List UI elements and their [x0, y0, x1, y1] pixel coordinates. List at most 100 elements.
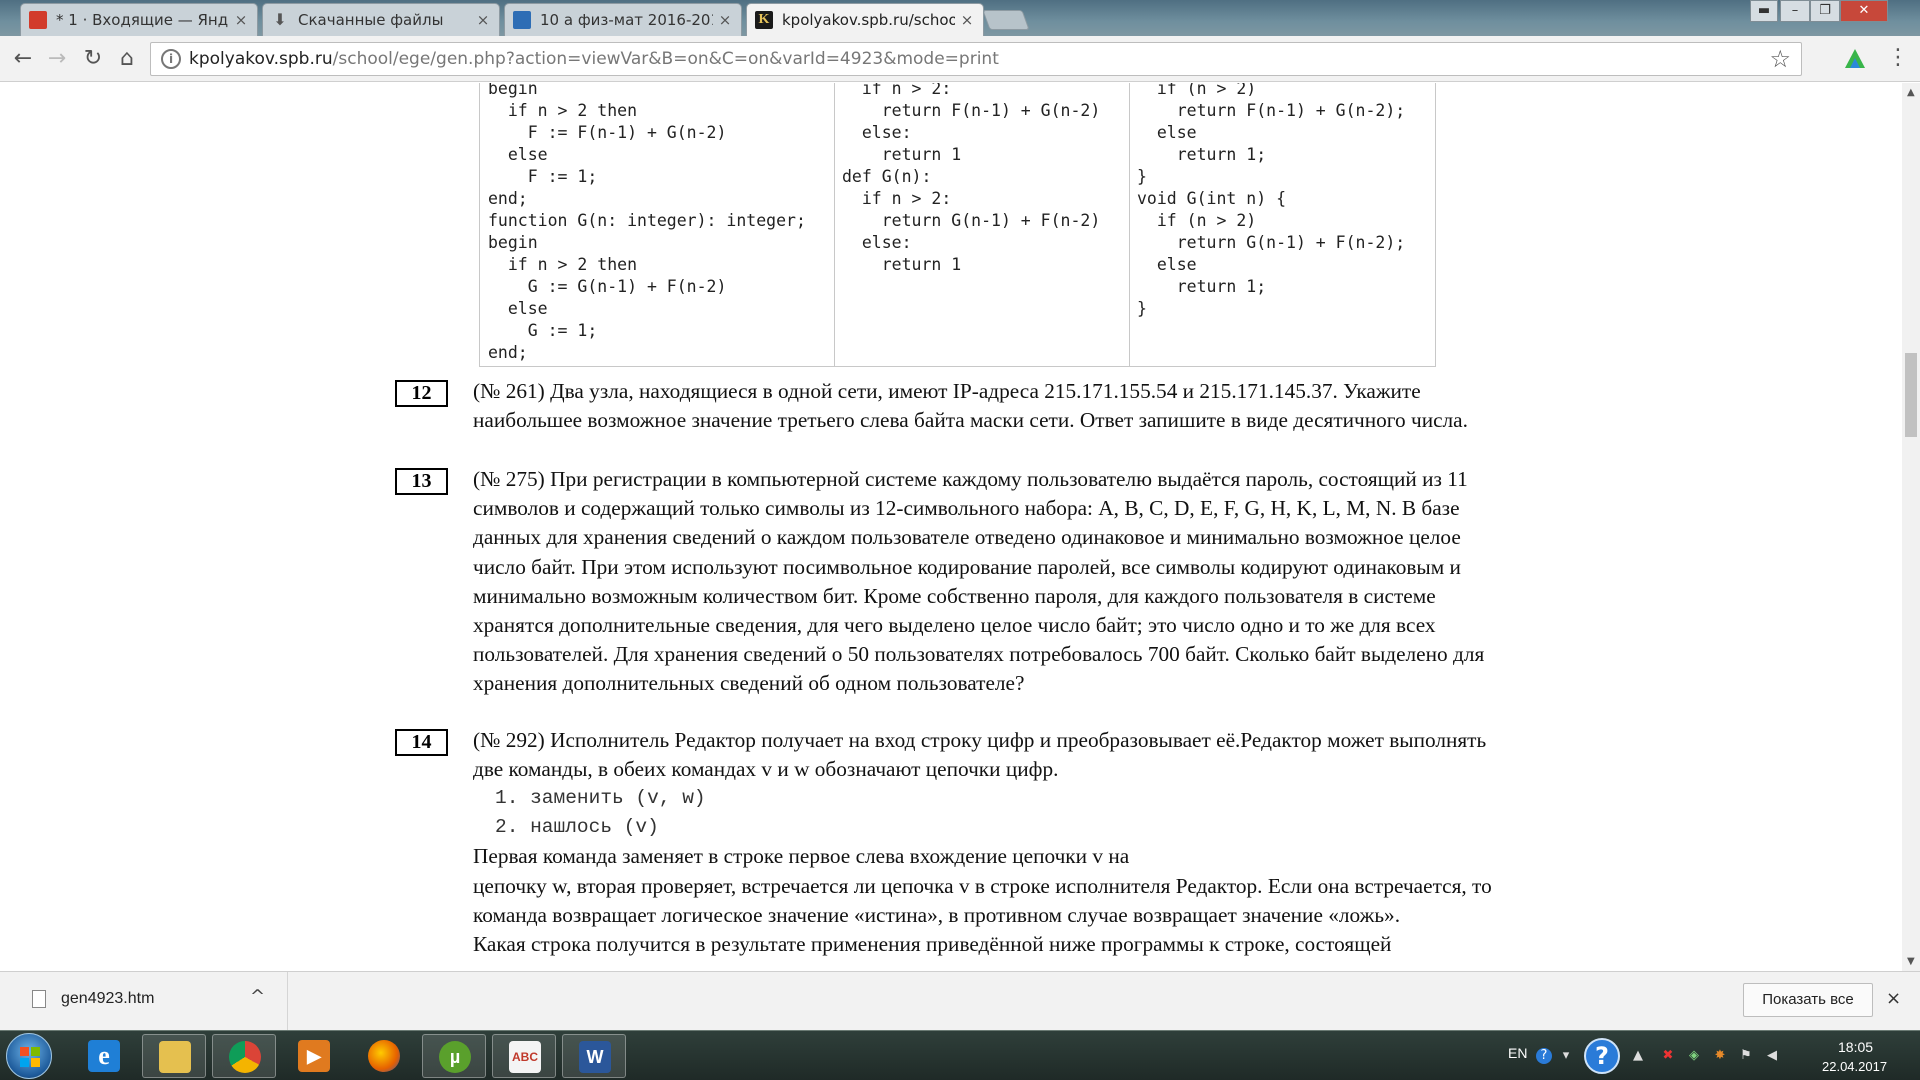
- taskbar-media-player[interactable]: ▶: [282, 1034, 346, 1078]
- windows-logo-icon: [20, 1047, 40, 1067]
- word-icon: W: [579, 1041, 611, 1073]
- avast-icon[interactable]: ✸: [1712, 1048, 1728, 1064]
- tab-document[interactable]: 10 а физ-мат 2016-2017 ×: [504, 3, 742, 36]
- download-item[interactable]: gen4923.htm ^: [0, 972, 288, 1031]
- system-tray: EN ? ▾ ? ▲ ✖ ◈ ✸ ⚑ ◀ 18:05 22.04.2017: [1500, 1031, 1920, 1080]
- tab-yandex-mail[interactable]: * 1 · Входящие — Яндек ×: [20, 3, 258, 36]
- task-number: 13: [395, 468, 448, 495]
- firefox-icon: [368, 1040, 400, 1072]
- task-text-partial: Какая строка получится в результате прим…: [473, 932, 1392, 957]
- tray-arrow-icon[interactable]: ▾: [1558, 1048, 1574, 1064]
- folder-icon: [159, 1041, 191, 1073]
- close-icon[interactable]: ×: [1886, 988, 1901, 1009]
- cpp-cell: if (n > 2) return F(n-1) + G(n-2); else …: [1129, 83, 1436, 367]
- tab-title: * 1 · Входящие — Яндек: [56, 11, 229, 29]
- pascal-code: begin if n > 2 then F := F(n-1) + G(n-2)…: [488, 83, 806, 362]
- show-all-button[interactable]: Показать все: [1743, 983, 1873, 1017]
- clock-date[interactable]: 22.04.2017: [1822, 1059, 1887, 1074]
- taskbar-internet-explorer[interactable]: e: [72, 1034, 136, 1078]
- taskbar: e ▶ µ ABC W EN ? ▾ ? ▲ ✖ ◈ ✸ ⚑ ◀ 18:05 2…: [0, 1030, 1920, 1080]
- task-13: 13 (№ 275) При регистрации в компьютерно…: [395, 465, 1505, 699]
- network-icon[interactable]: ✖: [1660, 1048, 1676, 1064]
- python-code: if n > 2: return F(n-1) + G(n-2) else: r…: [842, 83, 1101, 274]
- scroll-thumb[interactable]: [1905, 353, 1917, 437]
- internet-explorer-icon: e: [88, 1040, 120, 1072]
- download-icon: ⬇: [273, 10, 287, 29]
- task-text-continued: цепочку w, вторая проверяет, встречается…: [473, 873, 1492, 927]
- taskbar-abc-net[interactable]: ABC: [492, 1034, 556, 1078]
- chevron-up-icon[interactable]: ^: [250, 986, 265, 1007]
- task-text-line: Первая команда заменяет в строке первое …: [473, 844, 1130, 869]
- task-number: 12: [395, 380, 448, 407]
- tab-title: Скачанные файлы: [298, 11, 444, 29]
- forward-button[interactable]: →: [42, 44, 72, 74]
- address-bar[interactable]: i kpolyakov.spb.ru/school/ege/gen.php?ac…: [150, 42, 1802, 76]
- minimize-button[interactable]: –: [1780, 0, 1810, 22]
- media-player-icon: ▶: [298, 1040, 330, 1072]
- menu-icon[interactable]: ⋮: [1886, 44, 1910, 74]
- taskbar-file-explorer[interactable]: [142, 1034, 206, 1078]
- bookmark-star-icon[interactable]: ☆: [1769, 45, 1791, 73]
- yandex-mail-icon: [29, 11, 47, 29]
- command-item: 2. нашлось (v): [495, 816, 659, 839]
- user-icon[interactable]: ▬: [1750, 0, 1778, 22]
- task-14: 14 (№ 292) Исполнитель Редактор получает…: [395, 726, 1505, 959]
- start-button[interactable]: [6, 1033, 52, 1079]
- cpp-code: if (n > 2) return F(n-1) + G(n-2); else …: [1137, 83, 1406, 318]
- tab-kpolyakov[interactable]: K kpolyakov.spb.ru/school/ ×: [746, 3, 984, 36]
- page-content: begin if n > 2 then F := F(n-1) + G(n-2)…: [0, 83, 1902, 971]
- tray-app-icon[interactable]: ◈: [1686, 1048, 1702, 1064]
- python-cell: if n > 2: return F(n-1) + G(n-2) else: r…: [834, 83, 1130, 367]
- url-path: /school/ege/gen.php?action=viewVar&B=on&…: [332, 49, 999, 69]
- scroll-down-arrow-icon[interactable]: ▼: [1907, 956, 1915, 967]
- clock-time[interactable]: 18:05: [1838, 1039, 1873, 1055]
- abc-net-icon: ABC: [509, 1041, 541, 1073]
- tab-title: kpolyakov.spb.ru/school/: [782, 11, 955, 29]
- taskbar-chrome[interactable]: [212, 1034, 276, 1078]
- kpolyakov-site-icon: K: [755, 11, 773, 29]
- maximize-button[interactable]: ❐: [1810, 0, 1840, 22]
- tab-strip: * 1 · Входящие — Яндек × ⬇ Скачанные фай…: [0, 0, 1920, 36]
- close-icon[interactable]: ×: [959, 11, 975, 29]
- reload-button[interactable]: ↻: [78, 44, 108, 74]
- close-icon[interactable]: ×: [717, 11, 733, 29]
- extension-icon[interactable]: [1842, 46, 1868, 72]
- download-file-name: gen4923.htm: [61, 990, 155, 1007]
- task-text: (№ 275) При регистрации в компьютерной с…: [473, 467, 1485, 696]
- code-table: begin if n > 2 then F := F(n-1) + G(n-2)…: [479, 83, 1436, 367]
- new-tab-button[interactable]: [982, 10, 1030, 30]
- taskbar-utorrent[interactable]: µ: [422, 1034, 486, 1078]
- command-item: 1. заменить (v, w): [495, 787, 706, 810]
- command-list: 1. заменить (v, w) 2. нашлось (v): [495, 784, 1505, 842]
- close-icon[interactable]: ×: [233, 11, 249, 29]
- window-close-button[interactable]: ✕: [1840, 0, 1888, 22]
- back-button[interactable]: ←: [8, 44, 38, 74]
- task-number: 14: [395, 729, 448, 756]
- volume-icon[interactable]: ◀: [1764, 1048, 1780, 1064]
- vertical-scrollbar[interactable]: ▲ ▼: [1902, 83, 1920, 971]
- tab-title: 10 а физ-мат 2016-2017: [540, 11, 713, 29]
- pascal-cell: begin if n > 2 then F := F(n-1) + G(n-2)…: [479, 83, 835, 367]
- home-button[interactable]: ⌂: [112, 44, 142, 74]
- url-host: kpolyakov.spb.ru: [189, 49, 333, 69]
- scroll-up-arrow-icon[interactable]: ▲: [1907, 87, 1915, 98]
- language-indicator[interactable]: EN: [1508, 1045, 1527, 1061]
- language-help-icon[interactable]: ?: [1536, 1048, 1552, 1064]
- close-icon[interactable]: ×: [475, 11, 491, 29]
- task-text: (№ 261) Два узла, находящиеся в одной се…: [473, 379, 1468, 433]
- browser-toolbar: ← → ↻ ⌂ i kpolyakov.spb.ru/school/ege/ge…: [0, 36, 1920, 82]
- task-12: 12 (№ 261) Два узла, находящиеся в одной…: [395, 377, 1505, 435]
- info-icon[interactable]: i: [161, 49, 181, 69]
- taskbar-word[interactable]: W: [562, 1034, 626, 1078]
- task-text: (№ 292) Исполнитель Редактор получает на…: [473, 728, 1487, 782]
- file-icon: [32, 990, 46, 1008]
- tab-downloads[interactable]: ⬇ Скачанные файлы ×: [262, 3, 500, 36]
- utorrent-icon: µ: [439, 1041, 471, 1073]
- action-center-icon[interactable]: ⚑: [1738, 1048, 1754, 1064]
- chrome-icon: [229, 1041, 261, 1073]
- download-bar: gen4923.htm ^ Показать все ×: [0, 971, 1920, 1031]
- show-hidden-icons-icon[interactable]: ▲: [1630, 1048, 1646, 1064]
- help-icon[interactable]: ?: [1584, 1038, 1620, 1074]
- taskbar-firefox[interactable]: [352, 1034, 416, 1078]
- document-icon: [513, 11, 531, 29]
